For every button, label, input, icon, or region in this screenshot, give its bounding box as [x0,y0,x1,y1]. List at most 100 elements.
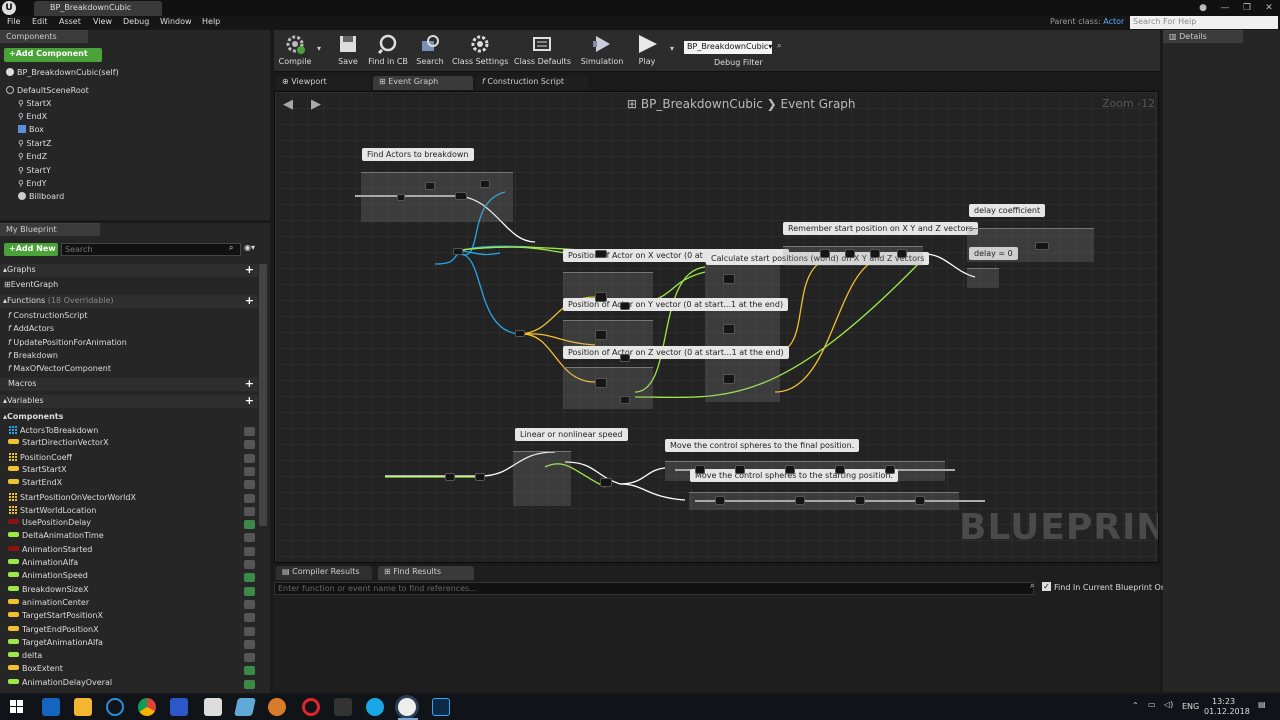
comment-box[interactable] [513,451,571,506]
graph-node[interactable] [595,292,607,302]
close-icon[interactable]: ✕ [1258,0,1280,16]
graph-node[interactable] [795,496,805,505]
self-item[interactable]: BP_BreakdownCubic(self) [6,68,119,77]
visibility-eye-icon[interactable] [244,639,255,649]
graph-node[interactable] [695,465,705,474]
graph-node[interactable] [620,396,630,404]
visibility-eye-icon[interactable] [244,493,255,503]
graph-node[interactable] [820,249,830,258]
menu-asset[interactable]: Asset [59,17,81,26]
compile-options-icon[interactable]: ▾ [317,44,321,53]
maximize-icon[interactable]: ❐ [1236,0,1258,16]
add-graph-icon[interactable]: + [245,263,254,276]
save-button[interactable]: Save [334,30,362,66]
visibility-eye-icon[interactable] [244,653,255,663]
debug-object-select[interactable]: BP_BreakdownCubic▾ [684,41,772,54]
graph-node[interactable] [600,478,612,487]
macros-header[interactable]: Macros + [0,377,258,391]
visibility-eye-icon[interactable] [244,586,255,596]
graph-node[interactable] [715,496,725,505]
variable-item[interactable]: TargetEndPositionX [8,625,99,638]
visibility-eye-icon[interactable] [244,573,255,583]
visibility-eye-icon[interactable] [244,453,255,463]
add-function-icon[interactable]: + [245,294,254,307]
menu-file[interactable]: File [7,17,20,26]
variable-item[interactable]: ActorsToBreakdown [8,425,98,438]
add-component-button[interactable]: +Add Component [4,48,102,62]
menu-window[interactable]: Window [160,17,192,26]
file-explorer-icon[interactable] [74,698,92,716]
visibility-eye-icon[interactable] [244,480,255,490]
variable-item[interactable]: TargetStartPositionX [8,611,103,624]
graph-node[interactable] [595,378,607,388]
document-tab[interactable]: BP_BreakdownCubic [34,1,162,16]
play-options-icon[interactable]: ▾ [670,44,674,53]
menu-debug[interactable]: Debug [123,17,149,26]
clock-date[interactable]: 01.12.2018 [1204,707,1250,716]
comment-label[interactable]: Linear or nonlinear speed [515,428,628,441]
skype-icon[interactable] [366,698,384,716]
variable-item[interactable]: StartEndX [8,478,62,491]
visibility-eye-icon[interactable] [244,520,255,530]
function-item[interactable]: f MaxOfVectorComponent [8,364,111,373]
blueprint-search-input[interactable]: Search [61,243,241,256]
functions-header[interactable]: ▴Functions (18 Overridable) + [0,294,258,308]
graph-node[interactable] [425,182,435,190]
opera-icon[interactable] [302,698,320,716]
outlook-icon[interactable] [42,698,60,716]
graph-node[interactable] [855,496,865,505]
graph-node[interactable] [445,473,455,481]
tree-item-endy[interactable]: ⚲ EndY [18,179,47,188]
find-current-only-checkbox[interactable]: ✓ [1042,582,1051,591]
comment-label[interactable]: delay coefficient [969,204,1046,217]
graph-node[interactable] [475,473,485,481]
add-variable-icon[interactable]: + [245,394,254,407]
comment-label[interactable]: Remember start position on X Y and Z vec… [783,222,978,235]
tree-item-starty[interactable]: ⚲ StartY [18,166,51,175]
variable-item[interactable]: StartWorldLocation [8,504,96,518]
components-subheader[interactable]: ▴Components [3,412,63,421]
tree-root[interactable]: DefaultSceneRoot [6,86,89,95]
notification-icon[interactable]: ● [1192,0,1214,16]
tree-item-endz[interactable]: ⚲ EndZ [18,152,47,161]
clock-time[interactable]: 13:23 [1212,697,1235,706]
visibility-eye-icon[interactable] [244,546,255,556]
graph-node[interactable] [870,249,880,258]
variable-item[interactable]: BreakdownSizeX [8,585,89,598]
graph-canvas[interactable]: ◀ ▶ ⊞ BP_BreakdownCubic ❯ Event Graph Zo… [274,91,1159,563]
find-references-input[interactable]: Enter function or event name to find ref… [274,582,1034,595]
comment-box[interactable] [361,172,513,222]
visibility-eye-icon[interactable] [244,599,255,609]
function-item[interactable]: f UpdatePositionForAnimation [8,338,127,347]
tray-chevron-icon[interactable]: ⌃ [1132,701,1139,710]
tab-viewport[interactable]: ⊕ Viewport [276,76,370,90]
graph-node[interactable] [785,465,795,474]
variable-item[interactable]: StartDirectionVectorX [8,438,109,451]
graph-node[interactable] [453,248,463,255]
windows-start-icon[interactable] [10,700,23,713]
comment-box[interactable] [563,367,653,409]
graph-node[interactable] [595,330,607,340]
notifications-icon[interactable]: ▤ [1258,700,1266,709]
graph-node[interactable] [897,249,907,258]
app-icon[interactable] [234,698,256,716]
view-options-icon[interactable]: ◉▾ [244,243,255,252]
comment-label[interactable]: Position of Actor on Z vector (0 at star… [563,346,789,359]
variable-item[interactable]: PositionCoeff [8,451,72,465]
menu-edit[interactable]: Edit [32,17,48,26]
comment-label[interactable]: Find Actors to breakdown [362,148,474,161]
scrollbar[interactable] [259,264,267,526]
visibility-eye-icon[interactable] [244,506,255,516]
visibility-eye-icon[interactable] [244,440,255,450]
variable-item[interactable]: UsePositionDelay [8,518,91,531]
function-item[interactable]: f Breakdown [8,351,58,360]
photoshop-icon[interactable] [432,698,450,716]
epic-games-icon[interactable] [334,698,352,716]
details-tab[interactable]: ▥ Details [1163,30,1243,43]
tree-item-billboard[interactable]: Billboard [18,192,64,201]
find-in-cb-button[interactable]: Find in CB [366,30,410,66]
variable-item[interactable]: DeltaAnimationTime [8,531,104,544]
variable-item[interactable]: BoxExtent [8,664,63,677]
tree-item-endx[interactable]: ⚲ EndX [18,112,47,121]
graph-node[interactable] [845,249,855,258]
